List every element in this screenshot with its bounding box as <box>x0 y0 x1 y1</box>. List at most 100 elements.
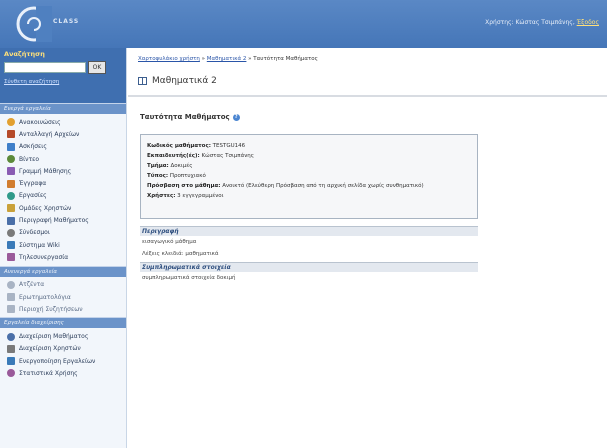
sidebar-item[interactable]: Ερωτηματολόγια <box>0 291 126 303</box>
sidebar-item-label: Ερωτηματολόγια <box>19 293 71 301</box>
questionnaire-icon <box>7 293 15 301</box>
sidebar-item[interactable]: Ενεργοποίηση Εργαλείων <box>0 355 126 367</box>
sidebar-item[interactable]: Έγγραφα <box>0 177 126 189</box>
book-icon <box>138 77 147 85</box>
sidebar-item[interactable]: Διαχείριση Μαθήματος <box>0 330 126 342</box>
help-icon[interactable]: ? <box>232 113 240 121</box>
extra-text: συμπληρωματικά στοιχεία δοκιμή <box>142 275 236 281</box>
course-info-value: 3 εγγεγραμμένοι <box>177 193 224 199</box>
breadcrumb-course[interactable]: Μαθηματικά 2 <box>207 56 247 62</box>
sidebar-item[interactable]: Περιοχή Συζητήσεων <box>0 303 126 315</box>
sidebar-section-inactive-tools: Ανενεργά εργαλεία <box>0 265 126 277</box>
statistics-icon <box>7 369 15 378</box>
learning-path-icon <box>7 167 15 176</box>
course-info-label: Κωδικός μαθήματος: <box>147 143 211 149</box>
course-admin-icon <box>7 332 15 341</box>
tools-activation-icon <box>7 357 15 366</box>
section-title-text: Ταυτότητα Μαθήματος <box>140 113 230 121</box>
sidebar-item[interactable]: Ανταλλαγή Αρχείων <box>0 128 126 140</box>
app-header: CLASS Χρήστης: Κώστας Τσιμπάνης, Έξοδος <box>0 0 607 48</box>
active-tools-list: Ανακοινώσεις Ανταλλαγή Αρχείων Ασκήσεις Βίν… <box>0 114 126 266</box>
forum-icon <box>7 305 15 314</box>
sidebar-item[interactable]: Τηλεσυνεργασία <box>0 251 126 263</box>
exercises-icon <box>7 142 15 151</box>
sidebar-item-label: Τηλεσυνεργασία <box>19 253 69 261</box>
breadcrumb-separator: » <box>248 56 252 62</box>
video-icon <box>7 155 15 164</box>
breadcrumb-current: Ταυτότητα Μαθήματος <box>253 56 318 62</box>
keywords-row: Λέξεις κλειδιά: μαθηματικά <box>142 251 219 257</box>
sidebar: Αναζήτηση OK Σύνθετη αναζήτηση Ενεργά ερ… <box>0 48 127 448</box>
course-info-value: TESTGU146 <box>212 143 246 149</box>
sidebar-item-label: Περιγραφή Μαθήματος <box>19 217 89 225</box>
course-info-label: Χρήστες: <box>147 193 176 199</box>
sidebar-item-label: Ασκήσεις <box>19 143 47 151</box>
course-info-row: Χρήστες: 3 εγγεγραμμένοι <box>147 191 471 201</box>
assignments-icon <box>7 191 15 200</box>
keywords-label: Λέξεις κλειδιά: <box>142 251 184 257</box>
sidebar-item-label: Γραμμή Μάθησης <box>19 167 72 175</box>
sidebar-item[interactable]: Διαχείριση Χρηστών <box>0 343 126 355</box>
advanced-search-link[interactable]: Σύνθετη αναζήτηση <box>4 79 122 85</box>
course-info-label: Εκπαιδευτής(ές): <box>147 153 200 159</box>
admin-tools-list: Διαχείριση Μαθήματος Διαχείριση Χρηστών Εν… <box>0 328 126 381</box>
keywords-value: μαθηματικά <box>185 251 219 257</box>
course-info-label: Τύπος: <box>147 173 169 179</box>
sidebar-item-label: Διαχείριση Χρηστών <box>19 345 81 353</box>
sidebar-section-active-tools: Ενεργά εργαλεία <box>0 103 126 114</box>
file-exchange-icon <box>7 130 15 139</box>
sidebar-item[interactable]: Σύστημα Wiki <box>0 239 126 251</box>
course-info-value: Ανοικτό (Ελεύθερη Πρόσβαση από τη αρχική… <box>222 183 424 189</box>
sidebar-item-label: Σύνδεσμοι <box>19 229 50 237</box>
breadcrumb-separator: » <box>201 56 206 62</box>
teleconference-icon <box>7 253 15 262</box>
links-icon <box>7 228 15 237</box>
sidebar-item-label: Εργασίες <box>19 192 47 200</box>
inactive-tools-list: Ατζέντα Ερωτηματολόγια Περιοχή Συζητήσεων <box>0 277 126 318</box>
page-heading: Μαθηματικά 2 <box>138 76 217 86</box>
user-groups-icon <box>7 204 15 213</box>
sidebar-item-label: Στατιστικά Χρήσης <box>19 369 78 377</box>
sidebar-item[interactable]: Στατιστικά Χρήσης <box>0 367 126 379</box>
sidebar-item-label: Ανταλλαγή Αρχείων <box>19 130 80 138</box>
course-info-box: Κωδικός μαθήματος: TESTGU146 Εκπαιδευτής(… <box>140 134 478 219</box>
agenda-icon <box>7 280 15 289</box>
sidebar-item[interactable]: Γραμμή Μάθησης <box>0 165 126 177</box>
course-info-row: Τμήμα: Δοκιμές <box>147 161 471 171</box>
sidebar-item[interactable]: Ατζέντα <box>0 279 126 291</box>
breadcrumb: Χαρτοφυλάκιο χρήστη » Μαθηματικά 2 » Ταυ… <box>138 56 318 62</box>
main-content: Χαρτοφυλάκιο χρήστη » Μαθηματικά 2 » Ταυ… <box>128 48 607 448</box>
course-info-value: Δοκιμές <box>170 163 193 169</box>
search-title: Αναζήτηση <box>4 50 45 58</box>
sidebar-item[interactable]: Περιγραφή Μαθήματος <box>0 214 126 226</box>
search-input[interactable] <box>4 62 86 73</box>
sidebar-item[interactable]: Ασκήσεις <box>0 141 126 153</box>
search-panel: Αναζήτηση OK Σύνθετη αναζήτηση <box>0 48 126 103</box>
course-info-label: Πρόσβαση στο μάθημα: <box>147 183 221 189</box>
course-info-row: Εκπαιδευτής(ές): Κώστας Τσιμπάνης <box>147 151 471 161</box>
sidebar-item-label: Ενεργοποίηση Εργαλείων <box>19 357 96 365</box>
course-info-row: Κωδικός μαθήματος: TESTGU146 <box>147 141 471 151</box>
sidebar-item-label: Ατζέντα <box>19 281 45 289</box>
page-title: Μαθηματικά 2 <box>152 76 217 86</box>
user-label: Χρήστης: Κώστας Τσιμπάνης <box>485 19 573 26</box>
sidebar-item[interactable]: Ομάδες Χρηστών <box>0 202 126 214</box>
eclass-logo[interactable] <box>16 6 52 42</box>
sidebar-item-label: Διαχείριση Μαθήματος <box>19 333 89 341</box>
course-description-icon <box>7 216 15 225</box>
extra-header: Συμπληρωματικά στοιχεία <box>140 262 478 272</box>
divider <box>128 95 607 97</box>
course-info-row: Πρόσβαση στο μάθημα: Ανοικτό (Ελεύθερη Π… <box>147 181 471 191</box>
logout-link[interactable]: Έξοδος <box>577 19 599 26</box>
sidebar-item[interactable]: Ανακοινώσεις <box>0 116 126 128</box>
sidebar-section-admin-tools: Εργαλεία διαχείρισης <box>0 317 126 329</box>
course-info-value: Προπτυχιακό <box>169 173 206 179</box>
sidebar-item-label: Έγγραφα <box>19 180 47 188</box>
wiki-icon <box>7 241 15 250</box>
sidebar-item[interactable]: Σύνδεσμοι <box>0 227 126 239</box>
search-ok-button[interactable]: OK <box>88 61 106 74</box>
breadcrumb-portfolio[interactable]: Χαρτοφυλάκιο χρήστη <box>138 56 200 62</box>
sidebar-item[interactable]: Εργασίες <box>0 190 126 202</box>
sidebar-item[interactable]: Βίντεο <box>0 153 126 165</box>
course-info-value: Κώστας Τσιμπάνης <box>201 153 255 159</box>
